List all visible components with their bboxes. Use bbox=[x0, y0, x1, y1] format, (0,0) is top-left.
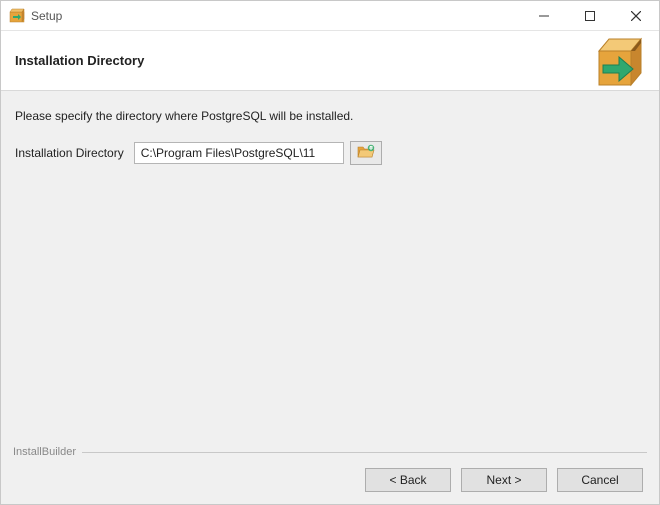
setup-window: Setup Installation Directory bbox=[0, 0, 660, 505]
titlebar: Setup bbox=[1, 1, 659, 31]
install-directory-row: Installation Directory bbox=[15, 141, 645, 165]
browse-button[interactable] bbox=[350, 141, 382, 165]
branding-row: InstallBuilder bbox=[13, 446, 647, 458]
close-button[interactable] bbox=[613, 1, 659, 31]
install-directory-input[interactable] bbox=[134, 142, 344, 164]
branding-label: InstallBuilder bbox=[13, 446, 76, 458]
installer-box-icon bbox=[593, 33, 649, 89]
folder-open-icon bbox=[357, 144, 375, 163]
window-title: Setup bbox=[31, 9, 62, 23]
cancel-button[interactable]: Cancel bbox=[557, 468, 643, 492]
wizard-button-row: < Back Next > Cancel bbox=[13, 468, 647, 492]
window-controls bbox=[521, 1, 659, 30]
instruction-text: Please specify the directory where Postg… bbox=[15, 109, 645, 123]
next-button[interactable]: Next > bbox=[461, 468, 547, 492]
divider-line bbox=[82, 452, 647, 453]
wizard-footer: InstallBuilder < Back Next > Cancel bbox=[1, 446, 659, 504]
wizard-header: Installation Directory bbox=[1, 31, 659, 91]
back-button[interactable]: < Back bbox=[365, 468, 451, 492]
wizard-content: Please specify the directory where Postg… bbox=[1, 91, 659, 446]
maximize-button[interactable] bbox=[567, 1, 613, 31]
app-icon bbox=[9, 8, 25, 24]
minimize-button[interactable] bbox=[521, 1, 567, 31]
install-directory-label: Installation Directory bbox=[15, 146, 124, 160]
page-title: Installation Directory bbox=[15, 53, 144, 68]
